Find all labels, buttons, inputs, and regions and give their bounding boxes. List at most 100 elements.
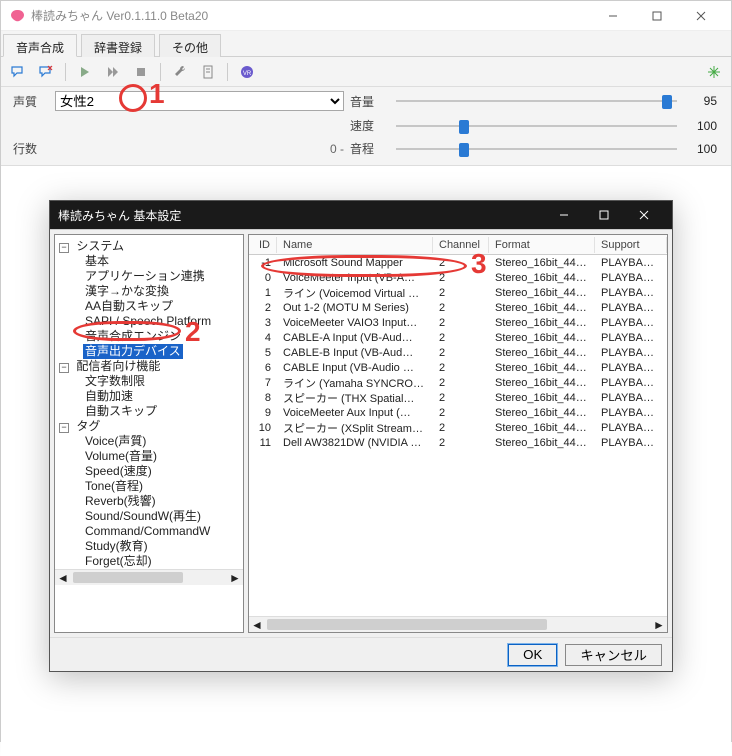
tree-node-output-device[interactable]: 音声出力デバイス bbox=[83, 344, 183, 359]
table-row[interactable]: 1ライン (Voicemod Virtual …2Stereo_16bit_44… bbox=[249, 285, 667, 300]
table-row[interactable]: 11Dell AW3821DW (NVIDIA …2Stereo_16bit_4… bbox=[249, 435, 667, 450]
speech-bubble-icon[interactable] bbox=[7, 61, 29, 83]
voice-controls: 声質 女性2 音量 95 速度 100 行数 0 - 音程 100 bbox=[1, 87, 731, 166]
cell-channel: 2 bbox=[433, 272, 489, 284]
tree-node-app-link[interactable]: アプリケーション連携 bbox=[83, 269, 207, 284]
cell-id: 6 bbox=[249, 362, 277, 374]
cell-format: Stereo_16bit_44KHz bbox=[489, 377, 595, 389]
voice-quality-select[interactable]: 女性2 bbox=[55, 91, 344, 111]
table-row[interactable]: 3VoiceMeeter VAIO3 Input…2Stereo_16bit_4… bbox=[249, 315, 667, 330]
tree-node-voice[interactable]: Voice(声質) bbox=[83, 434, 148, 449]
tree-node-reverb[interactable]: Reverb(残響) bbox=[83, 494, 158, 509]
col-id[interactable]: ID bbox=[249, 237, 277, 253]
cell-channel: 2 bbox=[433, 392, 489, 404]
main-close-button[interactable] bbox=[679, 2, 723, 30]
cancel-button[interactable]: キャンセル bbox=[565, 644, 662, 666]
table-row[interactable]: 9VoiceMeeter Aux Input (…2Stereo_16bit_4… bbox=[249, 405, 667, 420]
vr-icon[interactable]: VR bbox=[236, 61, 258, 83]
cell-id: 10 bbox=[249, 422, 277, 434]
tree-node-command[interactable]: Command/CommandW bbox=[83, 524, 212, 539]
tab-other[interactable]: その他 bbox=[159, 34, 221, 57]
tree-node-tags[interactable]: タグ bbox=[74, 419, 102, 434]
main-maximize-button[interactable] bbox=[635, 2, 679, 30]
tree-node-system[interactable]: システム bbox=[74, 239, 126, 254]
col-support[interactable]: Support bbox=[595, 237, 667, 253]
tree-node-char-limit[interactable]: 文字数制限 bbox=[83, 374, 147, 389]
settings-dialog: 棒読みちゃん 基本設定 − システム 基本 bbox=[49, 200, 673, 672]
dialog-titlebar: 棒読みちゃん 基本設定 bbox=[50, 201, 672, 229]
wrench-icon[interactable] bbox=[169, 61, 191, 83]
tree-expander-icon[interactable]: − bbox=[59, 423, 69, 433]
cell-format: Stereo_16bit_44KHz bbox=[489, 287, 595, 299]
cell-format: Stereo_16bit_44KHz bbox=[489, 302, 595, 314]
cell-name: CABLE Input (VB-Audio … bbox=[277, 362, 433, 374]
col-channel[interactable]: Channel bbox=[433, 237, 489, 253]
speech-bubble-x-icon[interactable] bbox=[35, 61, 57, 83]
tree-node-sapi[interactable]: SAPI / Speech Platform bbox=[83, 314, 213, 329]
tree-node-sound[interactable]: Sound/SoundW(再生) bbox=[83, 509, 203, 524]
tree-node-forget[interactable]: Forget(忘却) bbox=[83, 554, 154, 569]
tree-node-broadcaster[interactable]: 配信者向け機能 bbox=[74, 359, 162, 374]
app-icon bbox=[9, 8, 25, 24]
table-row[interactable]: -1Microsoft Sound Mapper2Stereo_16bit_44… bbox=[249, 255, 667, 270]
volume-slider[interactable] bbox=[392, 93, 681, 109]
tree-node-aa-autoskip[interactable]: AA自動スキップ bbox=[83, 299, 175, 314]
cell-format: Stereo_16bit_44KHz bbox=[489, 437, 595, 449]
svg-text:VR: VR bbox=[243, 71, 252, 77]
dialog-button-bar: OK キャンセル bbox=[50, 637, 672, 671]
cell-channel: 2 bbox=[433, 317, 489, 329]
table-row[interactable]: 8スピーカー (THX Spatial…2Stereo_16bit_44KHzP… bbox=[249, 390, 667, 405]
tree-node-synth-engine[interactable]: 音声合成エンジン bbox=[83, 329, 183, 344]
forward-icon[interactable] bbox=[102, 61, 124, 83]
tree-node-tone[interactable]: Tone(音程) bbox=[83, 479, 145, 494]
pitch-slider[interactable] bbox=[392, 141, 681, 157]
list-scrollbar[interactable]: ◄ ► bbox=[249, 616, 667, 632]
tree-node-kanji-kana[interactable]: 漢字→かな変換 bbox=[83, 284, 171, 299]
dialog-close-button[interactable] bbox=[624, 201, 664, 229]
stop-icon[interactable] bbox=[130, 61, 152, 83]
tree-node-study[interactable]: Study(教育) bbox=[83, 539, 150, 554]
table-row[interactable]: 4CABLE-A Input (VB-Aud…2Stereo_16bit_44K… bbox=[249, 330, 667, 345]
tree-expander-icon[interactable]: − bbox=[59, 363, 69, 373]
volume-label: 音量 bbox=[350, 93, 386, 110]
table-row[interactable]: 6CABLE Input (VB-Audio …2Stereo_16bit_44… bbox=[249, 360, 667, 375]
tree-node-speed[interactable]: Speed(速度) bbox=[83, 464, 154, 479]
device-list[interactable]: ID Name Channel Format Support -1Microso… bbox=[248, 234, 668, 633]
speed-slider[interactable] bbox=[392, 118, 681, 134]
tree-node-volume[interactable]: Volume(音量) bbox=[83, 449, 159, 464]
tab-dictionary[interactable]: 辞書登録 bbox=[81, 34, 155, 57]
ok-button[interactable]: OK bbox=[508, 644, 557, 666]
dialog-maximize-button[interactable] bbox=[584, 201, 624, 229]
cell-format: Stereo_16bit_44KHz bbox=[489, 407, 595, 419]
cross-arrows-icon[interactable] bbox=[703, 61, 725, 83]
main-titlebar: 棒読みちゃん Ver0.1.11.0 Beta20 bbox=[1, 1, 731, 31]
table-row[interactable]: 2Out 1-2 (MOTU M Series)2Stereo_16bit_44… bbox=[249, 300, 667, 315]
cell-id: -1 bbox=[249, 257, 277, 269]
cell-id: 8 bbox=[249, 392, 277, 404]
tree-expander-icon[interactable]: − bbox=[59, 243, 69, 253]
table-row[interactable]: 5CABLE-B Input (VB-Aud…2Stereo_16bit_44K… bbox=[249, 345, 667, 360]
dialog-minimize-button[interactable] bbox=[544, 201, 584, 229]
table-row[interactable]: 10スピーカー (XSplit Stream…2Stereo_16bit_44K… bbox=[249, 420, 667, 435]
pitch-label: 音程 bbox=[350, 140, 386, 157]
col-format[interactable]: Format bbox=[489, 237, 595, 253]
tree-node-auto-accel[interactable]: 自動加速 bbox=[83, 389, 135, 404]
cell-name: Out 1-2 (MOTU M Series) bbox=[277, 302, 433, 314]
cell-support: PLAYBACKRATE bbox=[595, 287, 667, 299]
tree-node-auto-skip[interactable]: 自動スキップ bbox=[83, 404, 159, 419]
cell-support: PLAYBACKRATE bbox=[595, 272, 667, 284]
table-row[interactable]: 0VoiceMeeter Input (VB-A…2Stereo_16bit_4… bbox=[249, 270, 667, 285]
cell-name: ライン (Voicemod Virtual … bbox=[277, 285, 433, 301]
col-name[interactable]: Name bbox=[277, 237, 433, 253]
tab-voice-synth[interactable]: 音声合成 bbox=[3, 34, 77, 57]
main-minimize-button[interactable] bbox=[591, 2, 635, 30]
cell-support: PLAYBACKRATE bbox=[595, 407, 667, 419]
table-row[interactable]: 7ライン (Yamaha SYNCROO…2Stereo_16bit_44KHz… bbox=[249, 375, 667, 390]
page-icon[interactable] bbox=[197, 61, 219, 83]
settings-tree[interactable]: − システム 基本 アプリケーション連携 漢字→かな変換 AA自動スキップ SA… bbox=[54, 234, 244, 633]
tree-scrollbar[interactable]: ◄ ► bbox=[55, 569, 243, 585]
play-icon[interactable] bbox=[74, 61, 96, 83]
tree-node-basic[interactable]: 基本 bbox=[83, 254, 111, 269]
cell-channel: 2 bbox=[433, 347, 489, 359]
lines-value: 0 - bbox=[55, 142, 344, 156]
